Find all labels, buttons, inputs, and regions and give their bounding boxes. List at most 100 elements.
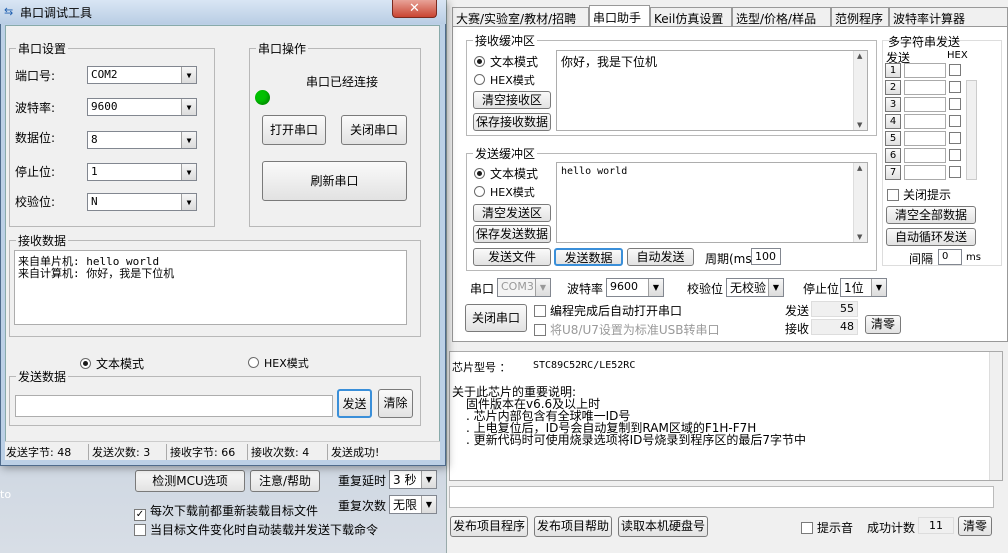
send-hex-mode-radio[interactable]: HEX模式 xyxy=(474,184,535,200)
stc-port-select[interactable]: COM3 ▼ xyxy=(497,278,551,297)
publish-program-button[interactable]: 发布项目程序 xyxy=(450,516,528,537)
stc-parity-select[interactable]: 无校验 ▼ xyxy=(726,278,784,297)
recv-clear-button[interactable]: 清空接收区 xyxy=(473,91,551,109)
stc-baud-select[interactable]: 9600 ▼ xyxy=(606,278,664,297)
tab-examples[interactable]: 范例程序 xyxy=(831,7,889,26)
dlg-hex-mode-radio[interactable]: HEX模式 xyxy=(248,355,309,371)
tab-keil[interactable]: Keil仿真设置 xyxy=(650,7,732,26)
stc-close-port-button[interactable]: 关闭串口 xyxy=(465,304,527,332)
dlg-baud-select[interactable]: 9600 ▼ xyxy=(87,98,197,116)
multi-send-button[interactable]: 3 xyxy=(885,97,901,112)
multi-hex-checkbox[interactable] xyxy=(949,81,961,93)
dialog-title: 串口调试工具 xyxy=(20,6,93,20)
dlg-text-mode-radio[interactable]: 文本模式 xyxy=(80,355,144,372)
multi-string-scrollbar[interactable] xyxy=(966,80,977,180)
tab-baud-calc[interactable]: 波特率计算器 xyxy=(889,7,1008,26)
multi-string-input[interactable] xyxy=(904,63,946,78)
send-scrollbar[interactable] xyxy=(853,163,867,242)
multi-string-input[interactable] xyxy=(904,114,946,129)
checkbox-icon xyxy=(134,524,146,536)
interval-input[interactable]: 0 xyxy=(938,249,962,265)
multi-send-button[interactable]: 1 xyxy=(885,63,901,78)
period-input[interactable]: 100 xyxy=(751,248,781,265)
progress-bar xyxy=(449,486,994,508)
repeat-delay-value: 3 秒 xyxy=(393,473,417,487)
multi-hex-checkbox[interactable] xyxy=(949,115,961,127)
chevron-down-icon: ▼ xyxy=(648,279,663,296)
success-clear-button[interactable]: 清零 xyxy=(958,516,992,536)
repeat-count-select[interactable]: 无限 ▼ xyxy=(389,495,437,514)
dlg-stop-select[interactable]: 1 ▼ xyxy=(87,163,197,181)
close-button[interactable]: ✕ xyxy=(392,0,437,18)
multi-string-input[interactable] xyxy=(904,131,946,146)
multi-string-row: 6 xyxy=(884,148,966,164)
recv-data-textarea[interactable]: 来自单片机: hello world 来自计算机: 你好，我是下位机 xyxy=(14,250,407,325)
read-disk-button[interactable]: 读取本机硬盘号 xyxy=(618,516,708,537)
dlg-data-select[interactable]: 8 ▼ xyxy=(87,131,197,149)
multi-send-button[interactable]: 4 xyxy=(885,114,901,129)
tab-serial-assistant[interactable]: 串口助手 xyxy=(589,5,650,27)
send-file-button[interactable]: 发送文件 xyxy=(473,248,551,266)
multi-send-button[interactable]: 6 xyxy=(885,148,901,163)
multi-hex-checkbox[interactable] xyxy=(949,166,961,178)
tab-contest[interactable]: 大赛/实验室/教材/招聘 xyxy=(452,7,589,26)
usb-option-checkbox[interactable]: 将U8/U7设置为标准USB转串口 xyxy=(534,321,720,338)
multi-string-input[interactable] xyxy=(904,80,946,95)
multi-string-title: 多字符串发送 xyxy=(888,35,961,49)
chip-info-scrollbar[interactable] xyxy=(989,352,1002,480)
multi-hex-checkbox[interactable] xyxy=(949,149,961,161)
help-button[interactable]: 注意/帮助 xyxy=(250,470,320,492)
multi-string-row: 5 xyxy=(884,131,966,147)
auto-loop-button[interactable]: 自动循环发送 xyxy=(886,228,976,246)
multi-send-button[interactable]: 2 xyxy=(885,80,901,95)
dlg-parity-select[interactable]: N ▼ xyxy=(87,193,197,211)
repeat-delay-select[interactable]: 3 秒 ▼ xyxy=(389,470,437,489)
send-text-mode-radio[interactable]: 文本模式 xyxy=(474,165,538,182)
beep-checkbox[interactable]: 提示音 xyxy=(801,519,853,536)
radio-icon xyxy=(248,357,259,368)
clear-all-button[interactable]: 清空全部数据 xyxy=(886,206,976,224)
multi-string-input[interactable] xyxy=(904,97,946,112)
multi-hex-checkbox[interactable] xyxy=(949,64,961,76)
detect-mcu-button[interactable]: 检测MCU选项 xyxy=(135,470,245,492)
multi-string-input[interactable] xyxy=(904,148,946,163)
reload-each-checkbox[interactable]: ✓ 每次下载前都重新装载目标文件 xyxy=(134,502,318,521)
close-port-button[interactable]: 关闭串口 xyxy=(341,115,407,145)
dlg-port-select[interactable]: COM2 ▼ xyxy=(87,66,197,84)
refresh-port-button[interactable]: 刷新串口 xyxy=(262,161,407,201)
recv-data-line: 来自计算机: 你好，我是下位机 xyxy=(18,267,175,280)
open-port-button[interactable]: 打开串口 xyxy=(262,115,326,145)
close-tip-checkbox[interactable]: 关闭提示 xyxy=(887,186,951,203)
send-clear-button[interactable]: 清空发送区 xyxy=(473,204,551,222)
send-save-button[interactable]: 保存发送数据 xyxy=(473,225,551,243)
tab-strip: 大赛/实验室/教材/招聘 串口助手 Keil仿真设置 选型/价格/样品 范例程序… xyxy=(452,5,1008,27)
multi-string-input[interactable] xyxy=(904,165,946,180)
dlg-clear-button[interactable]: 清除 xyxy=(378,389,413,418)
publish-help-button[interactable]: 发布项目帮助 xyxy=(534,516,612,537)
recv-count-value: 48 xyxy=(811,319,858,335)
recv-hex-mode-radio[interactable]: HEX模式 xyxy=(474,72,535,88)
send-buffer-legend: 发送缓冲区 xyxy=(473,145,538,162)
reload-change-checkbox[interactable]: 当目标文件变化时自动装载并发送下载命令 xyxy=(134,521,378,538)
recv-save-button[interactable]: 保存接收数据 xyxy=(473,113,551,131)
send-data-button[interactable]: 发送数据 xyxy=(554,248,623,266)
recv-buffer-textarea[interactable]: 你好，我是下位机 xyxy=(556,50,868,131)
send-buffer-textarea[interactable]: hello world xyxy=(556,162,868,243)
multi-hex-checkbox[interactable] xyxy=(949,132,961,144)
stc-stop-select[interactable]: 1位 ▼ xyxy=(840,278,887,297)
multi-send-button[interactable]: 5 xyxy=(885,131,901,146)
auto-send-button[interactable]: 自动发送 xyxy=(627,248,694,266)
recv-scrollbar[interactable] xyxy=(853,51,867,130)
recv-text-mode-radio[interactable]: 文本模式 xyxy=(474,53,538,70)
dlg-data-value: 8 xyxy=(91,133,98,146)
dialog-titlebar: ⇆ 串口调试工具 ✕ xyxy=(0,0,446,24)
send-data-input[interactable] xyxy=(15,395,333,417)
tab-selection[interactable]: 选型/价格/样品 xyxy=(732,7,831,26)
auto-open-checkbox[interactable]: 编程完成后自动打开串口 xyxy=(534,302,682,319)
dlg-send-button[interactable]: 发送 xyxy=(337,389,372,418)
multi-hex-checkbox[interactable] xyxy=(949,98,961,110)
reload-change-label: 当目标文件变化时自动装载并发送下载命令 xyxy=(150,523,379,537)
multi-send-button[interactable]: 7 xyxy=(885,165,901,180)
clear-counts-button[interactable]: 清零 xyxy=(865,315,901,334)
chevron-down-icon: ▼ xyxy=(871,279,886,296)
